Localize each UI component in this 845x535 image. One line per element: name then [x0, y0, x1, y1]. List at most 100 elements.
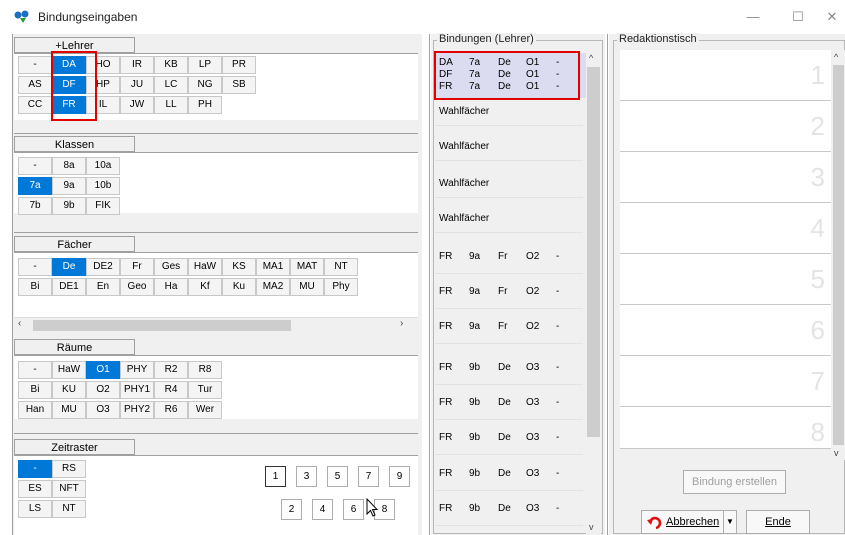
lehrer-cell[interactable]: SB — [222, 76, 256, 94]
raum-cell[interactable]: Tur — [188, 381, 222, 399]
raum-cell[interactable]: HaW — [52, 361, 86, 379]
lehrer-cell[interactable]: PH — [188, 96, 222, 114]
lehrer-cell[interactable]: NG — [188, 76, 222, 94]
raum-cell[interactable]: PHY1 — [120, 381, 154, 399]
period-button[interactable]: 6 — [343, 499, 364, 520]
fach-cell[interactable]: DE1 — [52, 278, 86, 296]
dropdown-arrow-icon[interactable]: ▼ — [723, 511, 736, 533]
scroll-down-icon[interactable]: v — [834, 448, 839, 458]
scroll-up-icon[interactable]: ^ — [589, 53, 593, 63]
lehrer-cell[interactable]: JU — [120, 76, 154, 94]
tab-faecher[interactable]: Fächer — [14, 236, 135, 252]
raum-cell[interactable]: R4 — [154, 381, 188, 399]
bindung-row[interactable]: FR 9b De O3 - — [439, 362, 579, 374]
raum-cell[interactable]: Han — [18, 401, 52, 419]
bindung-row[interactable]: FR 9b De O3 - — [439, 468, 579, 480]
fach-cell[interactable]: DE2 — [86, 258, 120, 276]
fach-cell[interactable]: Kf — [188, 278, 222, 296]
lehrer-cell[interactable]: KB — [154, 56, 188, 74]
wahlfaecher-entry[interactable]: Wahlfächer — [439, 213, 489, 224]
redaktion-slot[interactable]: 5 — [620, 254, 831, 305]
zeitraster-cell[interactable]: NFT — [52, 480, 86, 498]
fach-cell[interactable]: - — [18, 258, 52, 276]
ende-button[interactable]: Ende — [746, 510, 810, 534]
raum-cell[interactable]: O2 — [86, 381, 120, 399]
lehrer-cell[interactable]: - — [18, 56, 52, 74]
raum-cell[interactable]: - — [18, 361, 52, 379]
fach-cell[interactable]: NT — [324, 258, 358, 276]
period-button[interactable]: 9 — [389, 466, 410, 487]
redaktion-slot[interactable]: 7 — [620, 356, 831, 407]
wahlfaecher-entry[interactable]: Wahlfächer — [439, 178, 489, 189]
scroll-down-icon[interactable]: v — [589, 522, 594, 532]
fach-cell[interactable]: Bi — [18, 278, 52, 296]
wahlfaecher-entry[interactable]: Wahlfächer — [439, 141, 489, 152]
fach-cell[interactable]: MU — [290, 278, 324, 296]
raum-cell[interactable]: R6 — [154, 401, 188, 419]
redaktion-slot[interactable]: 4 — [620, 203, 831, 254]
period-button[interactable]: 4 — [312, 499, 333, 520]
redaktion-slot[interactable]: 6 — [620, 305, 831, 356]
fach-cell[interactable]: Ku — [222, 278, 256, 296]
raum-cell[interactable]: O1 — [86, 361, 120, 379]
klasse-cell[interactable]: 10a — [86, 157, 120, 175]
klasse-cell[interactable]: 7a — [18, 177, 52, 195]
raum-cell[interactable]: R8 — [188, 361, 222, 379]
scrollbar-thumb[interactable] — [833, 65, 844, 445]
fach-cell[interactable]: MA2 — [256, 278, 290, 296]
scroll-left-icon[interactable]: ‹ — [18, 318, 28, 329]
klasse-cell[interactable]: 10b — [86, 177, 120, 195]
fach-cell[interactable]: Phy — [324, 278, 358, 296]
raum-cell[interactable]: O3 — [86, 401, 120, 419]
zeitraster-cell[interactable]: RS — [52, 460, 86, 478]
close-button[interactable]: ✕ — [819, 6, 845, 28]
fach-cell[interactable]: HaW — [188, 258, 222, 276]
scroll-right-icon[interactable]: › — [400, 318, 410, 329]
lehrer-cell[interactable]: LL — [154, 96, 188, 114]
scrollbar-thumb[interactable] — [33, 320, 291, 331]
fach-cell[interactable]: En — [86, 278, 120, 296]
maximize-button[interactable]: ☐ — [785, 6, 811, 28]
period-button[interactable]: 5 — [327, 466, 348, 487]
lehrer-cell[interactable]: JW — [120, 96, 154, 114]
redaktion-slot[interactable]: 8 — [620, 407, 831, 449]
wahlfaecher-entry[interactable]: Wahlfächer — [439, 106, 489, 117]
minimize-button[interactable]: — — [740, 6, 766, 28]
raum-cell[interactable]: Bi — [18, 381, 52, 399]
redaktion-slot[interactable]: 3 — [620, 152, 831, 203]
fach-cell[interactable]: De — [52, 258, 86, 276]
zeitraster-cell[interactable]: LS — [18, 500, 52, 518]
raum-cell[interactable]: KU — [52, 381, 86, 399]
fach-cell[interactable]: KS — [222, 258, 256, 276]
bindung-row[interactable]: FR 9b De O3 - — [439, 432, 579, 444]
bindung-row[interactable]: FR 9b De O3 - — [439, 503, 579, 515]
bindung-row[interactable]: FR 9a Fr O2 - — [439, 321, 579, 333]
klasse-cell[interactable]: 9a — [52, 177, 86, 195]
period-button[interactable]: 3 — [296, 466, 317, 487]
scrollbar-thumb[interactable] — [587, 67, 600, 437]
raum-cell[interactable]: Wer — [188, 401, 222, 419]
zeitraster-cell[interactable]: ES — [18, 480, 52, 498]
klasse-cell[interactable]: 8a — [52, 157, 86, 175]
lehrer-cell[interactable]: PR — [222, 56, 256, 74]
raum-cell[interactable]: PHY2 — [120, 401, 154, 419]
fach-cell[interactable]: Fr — [120, 258, 154, 276]
klasse-cell[interactable]: FIK — [86, 197, 120, 215]
klasse-cell[interactable]: 9b — [52, 197, 86, 215]
bindung-row[interactable]: FR 9a Fr O2 - — [439, 251, 579, 263]
fach-cell[interactable]: Ges — [154, 258, 188, 276]
bindung-row[interactable]: FR 9b De O3 - — [439, 397, 579, 409]
period-button[interactable]: 1 — [265, 466, 286, 487]
fach-cell[interactable]: MAT — [290, 258, 324, 276]
lehrer-cell[interactable]: CC — [18, 96, 52, 114]
bindung-row[interactable]: FR 9a Fr O2 - — [439, 286, 579, 298]
bindung-erstellen-button[interactable]: Bindung erstellen — [683, 470, 786, 494]
raum-cell[interactable]: R2 — [154, 361, 188, 379]
zeitraster-cell[interactable]: - — [18, 460, 52, 478]
lehrer-cell[interactable]: LP — [188, 56, 222, 74]
fach-cell[interactable]: MA1 — [256, 258, 290, 276]
raum-cell[interactable]: MU — [52, 401, 86, 419]
redaktion-slot[interactable]: 2 — [620, 101, 831, 152]
klasse-cell[interactable]: - — [18, 157, 52, 175]
fach-cell[interactable]: Ha — [154, 278, 188, 296]
